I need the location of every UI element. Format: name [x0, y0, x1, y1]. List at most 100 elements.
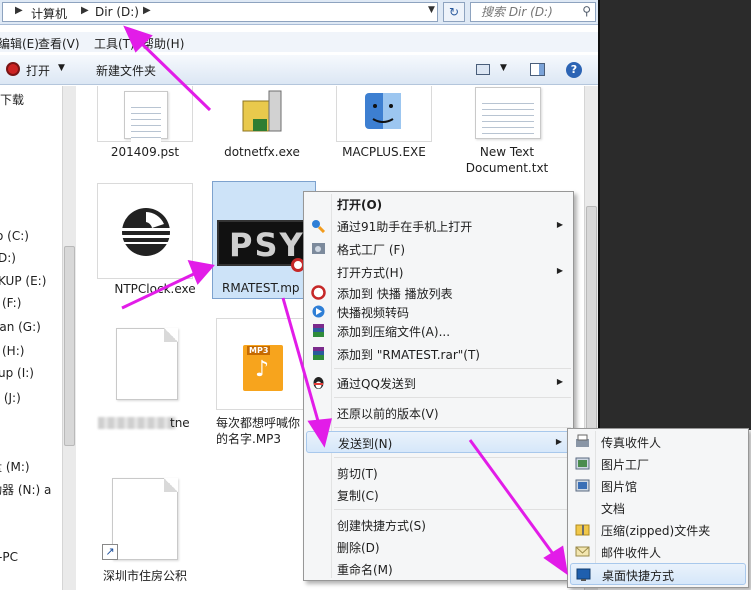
mp3-badge: MP3 [247, 346, 271, 355]
address-bar-row: ▶ 计算机 ▶ Dir (D:) ▶ ▼ ↻ ⚲ [0, 0, 598, 25]
ctx-open-91-assistant[interactable]: 通过91助手在手机上打开 ▶ [306, 215, 571, 237]
ctx-add-to-archive[interactable]: 添加到压缩文件(A)... [306, 320, 571, 342]
search-input[interactable] [471, 3, 571, 21]
nav-item-drive-d[interactable]: D:) [0, 251, 16, 265]
context-menu: 打开(O) 通过91助手在手机上打开 ▶ 格式工厂 (F) 打开方式(H) ▶ … [303, 191, 574, 581]
file-tile-macplus[interactable] [336, 86, 432, 142]
chevron-down-icon[interactable]: ▼ [500, 63, 507, 73]
view-options-icon[interactable] [476, 64, 490, 75]
file-tile-ntpclock[interactable] [97, 183, 193, 279]
nav-item-drive-i[interactable]: up (I:) [0, 366, 34, 380]
file-name-ntpclock[interactable]: NTPClock.exe [100, 281, 210, 297]
chevron-right-icon[interactable]: ▶ [15, 5, 23, 16]
ntp-clock-icon [122, 208, 170, 256]
file-name-pst[interactable]: 201409.pst [90, 144, 200, 160]
ctx-send-via-qq[interactable]: 通过QQ发送到 ▶ [306, 372, 571, 394]
help-button[interactable]: ? [566, 62, 582, 78]
file-tile-blurred[interactable] [116, 328, 178, 400]
text-document-icon [475, 87, 541, 139]
breadcrumb-computer[interactable]: 计算机 [31, 5, 67, 22]
file-tile-mp3[interactable]: MP3 ♪ [216, 318, 306, 410]
sendto-zip-folder[interactable]: 压缩(zipped)文件夹 [570, 519, 746, 541]
ctx-send-to[interactable]: 发送到(N) ▶ [306, 431, 571, 453]
file-tile-pst[interactable] [97, 86, 193, 142]
installer-box-icon [242, 90, 282, 132]
ctx-open-with[interactable]: 打开方式(H) ▶ [306, 261, 571, 283]
file-name-housing-fund[interactable]: 深圳市住房公积 [90, 568, 200, 584]
sendto-fax-recipient[interactable]: 传真收件人 [570, 431, 746, 453]
ctx-add-rar-label: 添加到 "RMATEST.rar"(T) [337, 348, 480, 362]
address-bar[interactable]: ▶ 计算机 ▶ Dir (D:) ▶ ▼ [2, 2, 438, 22]
file-name-dotnetfx[interactable]: dotnetfx.exe [207, 144, 317, 160]
submenu-arrow-icon: ▶ [556, 220, 563, 229]
chevron-right-icon[interactable]: ▶ [81, 5, 89, 16]
chevron-right-icon[interactable]: ▶ [143, 5, 151, 16]
ctx-open-label: 打开(O) [337, 198, 383, 212]
sendto-picture-gallery[interactable]: 图片馆 [570, 475, 746, 497]
fax-icon [576, 434, 589, 447]
ctx-format-factory[interactable]: 格式工厂 (F) [306, 238, 571, 260]
refresh-button[interactable]: ↻ [443, 2, 465, 22]
menu-bar: 编辑(E) 查看(V) 工具(T) 帮助(H) [0, 32, 598, 52]
ctx-delete[interactable]: 删除(D) [306, 536, 571, 558]
ctx-format-factory-label: 格式工厂 (F) [337, 243, 406, 257]
nav-item-drive-f[interactable]: (F:) [2, 296, 21, 310]
nav-item-drive-g[interactable]: ian (G:) [0, 320, 41, 334]
file-tile-newtext[interactable] [466, 86, 562, 142]
nav-item-network-pc[interactable]: -PC [0, 550, 18, 564]
picture-gallery-icon [575, 479, 590, 492]
menu-help[interactable]: 帮助(H) [142, 35, 184, 52]
open-button[interactable]: 打开 [26, 62, 50, 79]
sendto-documents[interactable]: 文档 [570, 497, 746, 519]
file-tile-dotnetfx[interactable] [214, 86, 310, 142]
nav-item-drive-e[interactable]: KUP (E:) [0, 274, 46, 288]
ctx-copy-label: 复制(C) [337, 489, 379, 503]
submenu-arrow-icon: ▶ [556, 266, 563, 275]
send-to-submenu: 传真收件人 图片工厂 图片馆 文档 压缩(zipped)文件夹 邮件收件人 桌面… [567, 428, 749, 588]
91-assistant-icon [312, 220, 326, 233]
menu-edit[interactable]: 编辑(E) [0, 35, 39, 52]
menu-view[interactable]: 查看(V) [38, 35, 80, 52]
file-name-macplus[interactable]: MACPLUS.EXE [329, 144, 439, 160]
chevron-down-icon[interactable]: ▼ [58, 63, 65, 73]
nav-item-drive-c[interactable]: o (C:) [0, 229, 29, 243]
menu-tools[interactable]: 工具(T) [94, 35, 135, 52]
sendto-mail-recipient[interactable]: 邮件收件人 [570, 541, 746, 563]
search-icon[interactable]: ⚲ [582, 4, 591, 18]
chevron-down-icon[interactable]: ▼ [428, 5, 435, 15]
sendto-picture-factory[interactable]: 图片工厂 [570, 453, 746, 475]
ctx-cut[interactable]: 剪切(T) [306, 462, 571, 484]
nav-item-drive-n[interactable]: 动器 (N:) a [0, 481, 51, 498]
file-tile-shortcut[interactable]: ↗ [102, 478, 178, 560]
nav-item-drive-j[interactable]: 盘 (J:) [0, 389, 21, 406]
sidebar-scroll-thumb[interactable] [64, 246, 75, 446]
file-name-newtext[interactable]: New Text Document.txt [452, 144, 562, 176]
ctx-open-91-label: 通过91助手在手机上打开 [337, 220, 473, 234]
menu-separator [334, 368, 571, 369]
ctx-rename-label: 重命名(M) [337, 563, 393, 577]
file-name-blurred-suffix[interactable]: tne [170, 415, 200, 431]
ctx-add-to-rmatest-rar[interactable]: 添加到 "RMATEST.rar"(T) [306, 343, 571, 365]
file-list-scroll-thumb[interactable] [586, 206, 597, 466]
ctx-copy[interactable]: 复制(C) [306, 484, 571, 506]
sidebar-scrollbar[interactable] [62, 86, 76, 590]
ctx-rename[interactable]: 重命名(M) [306, 558, 571, 580]
ctx-open[interactable]: 打开(O) [306, 193, 571, 215]
new-folder-button[interactable]: 新建文件夹 [96, 62, 156, 79]
blurred-filename [98, 417, 176, 429]
file-name-mp3[interactable]: 每次都想呼喊你的名字.MP3 [216, 415, 306, 447]
ctx-add-archive-label: 添加到压缩文件(A)... [337, 325, 451, 339]
nav-item-drive-h[interactable]: (H:) [2, 344, 24, 358]
sendto-picture-gallery-label: 图片馆 [601, 480, 638, 494]
nav-item-downloads[interactable]: 下载 [0, 91, 24, 108]
search-box[interactable]: ⚲ [470, 2, 596, 22]
menu-separator [334, 427, 571, 428]
ctx-restore-previous[interactable]: 还原以前的版本(V) [306, 402, 571, 424]
ctx-create-shortcut[interactable]: 创建快捷方式(S) [306, 514, 571, 536]
sendto-desktop-shortcut[interactable]: 桌面快捷方式 [570, 563, 746, 585]
ctx-restore-label: 还原以前的版本(V) [337, 407, 439, 421]
nav-item-drive-m[interactable]: 盘 (M:) [0, 458, 30, 475]
preview-pane-icon[interactable] [530, 63, 545, 76]
breadcrumb-drive-d[interactable]: Dir (D:) [95, 5, 139, 19]
submenu-arrow-icon: ▶ [556, 377, 563, 386]
